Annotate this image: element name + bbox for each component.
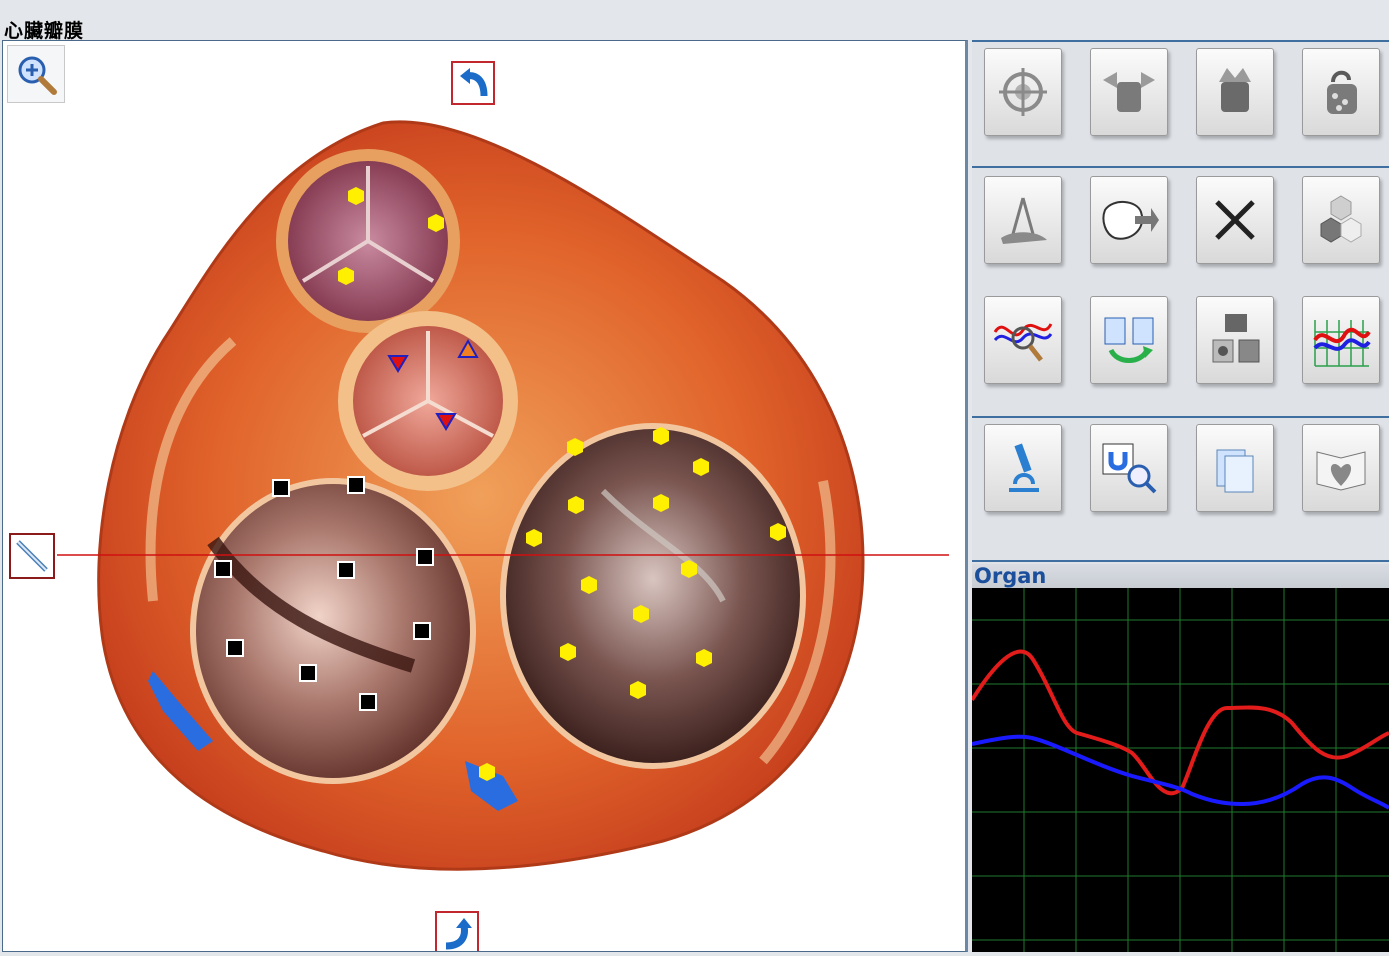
crosshair-button[interactable] — [984, 48, 1062, 136]
compass-tool-icon — [1001, 197, 1047, 244]
organ-split-icon — [1219, 68, 1251, 112]
documents-button[interactable] — [1196, 424, 1274, 512]
crosshair-target-icon — [999, 68, 1047, 116]
clipboard-exchange-button[interactable] — [1090, 296, 1168, 384]
microscope-button[interactable] — [984, 424, 1062, 512]
rotate-right-button[interactable] — [435, 911, 479, 951]
close-button[interactable] — [1196, 176, 1274, 264]
hexagon-cluster-icon — [1320, 195, 1362, 243]
rotate-clockwise-icon — [445, 918, 472, 950]
hexagon-cluster-button[interactable] — [1302, 176, 1380, 264]
rotate-counterclockwise-icon — [460, 68, 488, 97]
organ-expand-arrows-icon — [1103, 72, 1155, 112]
tricuspid-valve-chamber — [500, 423, 806, 769]
clipboard-exchange-icon — [1104, 317, 1154, 363]
wave-magnifier-icon — [993, 323, 1053, 362]
book-heart-icon — [1316, 451, 1366, 491]
organ-cells-button[interactable] — [1302, 48, 1380, 136]
tools-panel: Organ — [970, 40, 1389, 952]
magnet-search-button[interactable] — [1090, 424, 1168, 512]
chart-grid — [972, 588, 1389, 952]
window-title: 心臟瓣膜 — [4, 20, 85, 42]
rotate-left-button[interactable] — [451, 61, 495, 105]
microscope-icon — [1009, 443, 1039, 492]
documents-icon — [1216, 449, 1254, 493]
compass-button[interactable] — [984, 176, 1062, 264]
scan-devices-icon — [1212, 314, 1260, 363]
signal-graph-button[interactable] — [1302, 296, 1380, 384]
heart-valve-illustration — [57, 120, 949, 871]
scalpel-tool-button[interactable] — [9, 533, 55, 579]
scan-devices-button[interactable] — [1196, 296, 1274, 384]
organ-split-button[interactable] — [1196, 48, 1274, 136]
organ-cells-icon — [1327, 70, 1357, 114]
shape-arrow-icon — [1102, 201, 1159, 240]
wave-magnifier-button[interactable] — [984, 296, 1062, 384]
zoom-in-magnifier-icon — [18, 56, 57, 95]
organ-panel-label: Organ — [972, 564, 1389, 588]
book-heart-button[interactable] — [1302, 424, 1380, 512]
close-x-icon — [1215, 200, 1255, 240]
heart-valve-viewer[interactable] — [2, 40, 968, 952]
shape-arrow-button[interactable] — [1090, 176, 1168, 264]
scalpel-pen-icon — [16, 540, 48, 572]
zoom-in-button[interactable] — [7, 45, 65, 103]
signal-graph-icon — [1313, 320, 1371, 367]
magnet-search-icon — [1102, 443, 1157, 494]
organ-signal-chart — [970, 588, 1389, 952]
organ-expand-button[interactable] — [1090, 48, 1168, 136]
